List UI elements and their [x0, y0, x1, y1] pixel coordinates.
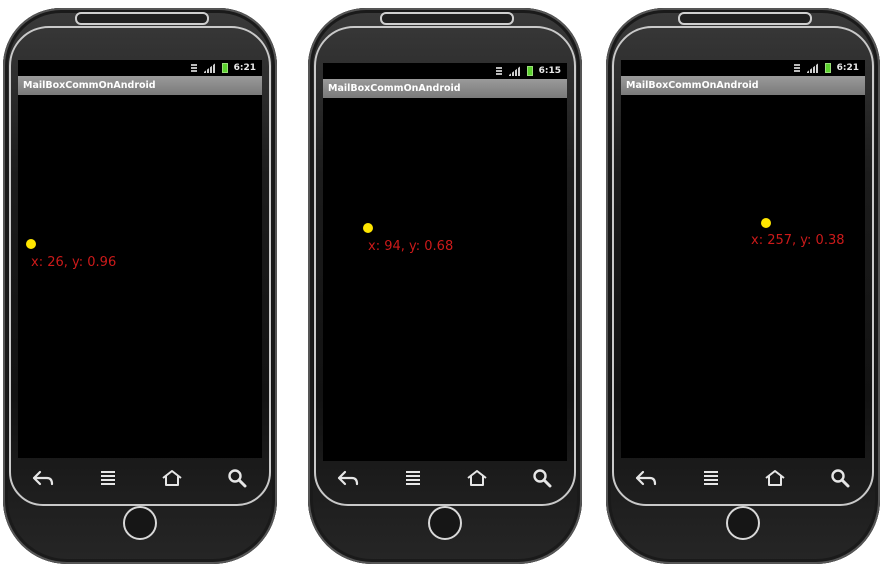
- touch-point-dot: [26, 239, 36, 249]
- signal-strength-icon: [805, 63, 819, 73]
- status-clock: 6:15: [538, 66, 561, 76]
- back-button[interactable]: [25, 463, 61, 493]
- phone-3: 6:21 MailBoxCommOnAndroid x: 257, y: 0.3…: [606, 8, 880, 564]
- status-bar: 6:21: [18, 60, 262, 76]
- home-nav-button[interactable]: [459, 463, 495, 493]
- home-icon: [467, 470, 487, 486]
- battery-icon: [221, 63, 228, 73]
- phone-1: 6:21 MailBoxCommOnAndroid x: 26, y: 0.96: [3, 8, 277, 564]
- status-bar: 6:15: [323, 63, 567, 79]
- earpiece-speaker: [678, 12, 812, 25]
- back-icon: [32, 470, 54, 486]
- battery-icon: [824, 63, 831, 73]
- home-icon: [162, 470, 182, 486]
- signal-strength-icon: [202, 63, 216, 73]
- navigation-bar: [25, 460, 255, 496]
- status-clock: 6:21: [233, 63, 256, 73]
- search-button[interactable]: [219, 463, 255, 493]
- menu-button[interactable]: [395, 463, 431, 493]
- phone-screen[interactable]: 6:15 MailBoxCommOnAndroid x: 94, y: 0.68: [323, 63, 567, 461]
- touch-coordinates-label: x: 94, y: 0.68: [368, 239, 454, 254]
- search-button[interactable]: [524, 463, 560, 493]
- search-icon: [831, 469, 850, 488]
- touch-coordinates-label: x: 257, y: 0.38: [751, 233, 845, 248]
- network-type-icon: [793, 63, 800, 73]
- navigation-bar: [628, 460, 858, 496]
- back-button[interactable]: [628, 463, 664, 493]
- app-title-bar: MailBoxCommOnAndroid: [18, 76, 262, 95]
- signal-strength-icon: [507, 66, 521, 76]
- earpiece-speaker: [380, 12, 514, 25]
- phone-2: 6:15 MailBoxCommOnAndroid x: 94, y: 0.68: [308, 8, 582, 564]
- hardware-trackball-button[interactable]: [123, 506, 157, 540]
- hardware-trackball-button[interactable]: [726, 506, 760, 540]
- menu-button[interactable]: [693, 463, 729, 493]
- home-nav-button[interactable]: [154, 463, 190, 493]
- earpiece-speaker: [75, 12, 209, 25]
- network-type-icon: [495, 66, 502, 76]
- phone-screen[interactable]: 6:21 MailBoxCommOnAndroid x: 26, y: 0.96: [18, 60, 262, 458]
- screenshot-stage: 6:21 MailBoxCommOnAndroid x: 26, y: 0.96: [0, 0, 891, 568]
- home-nav-button[interactable]: [757, 463, 793, 493]
- touch-point-dot: [363, 223, 373, 233]
- menu-icon: [703, 471, 718, 485]
- status-clock: 6:21: [836, 63, 859, 73]
- back-icon: [635, 470, 657, 486]
- battery-icon: [526, 66, 533, 76]
- app-title-bar: MailBoxCommOnAndroid: [621, 76, 865, 95]
- app-title-bar: MailBoxCommOnAndroid: [323, 79, 567, 98]
- back-icon: [337, 470, 359, 486]
- home-icon: [765, 470, 785, 486]
- touch-point-dot: [761, 218, 771, 228]
- phone-screen[interactable]: 6:21 MailBoxCommOnAndroid x: 257, y: 0.3…: [621, 60, 865, 458]
- search-icon: [228, 469, 247, 488]
- network-type-icon: [190, 63, 197, 73]
- menu-icon: [405, 471, 420, 485]
- menu-icon: [100, 471, 115, 485]
- back-button[interactable]: [330, 463, 366, 493]
- menu-button[interactable]: [90, 463, 126, 493]
- status-bar: 6:21: [621, 60, 865, 76]
- navigation-bar: [330, 460, 560, 496]
- search-icon: [533, 469, 552, 488]
- touch-coordinates-label: x: 26, y: 0.96: [31, 255, 117, 270]
- hardware-trackball-button[interactable]: [428, 506, 462, 540]
- search-button[interactable]: [822, 463, 858, 493]
